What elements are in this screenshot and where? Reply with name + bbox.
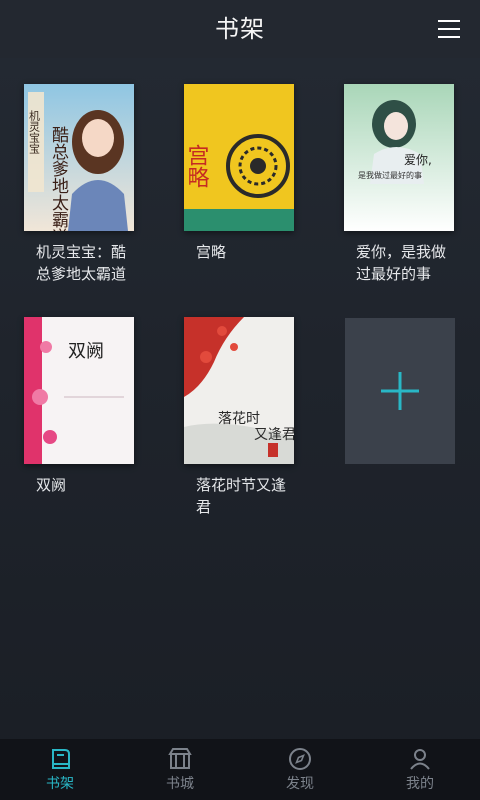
- svg-text:又逢君: 又逢君: [254, 427, 294, 443]
- nav-label: 书城: [166, 776, 194, 792]
- book-cover[interactable]: 机灵宝宝 酷总爹地太霸道: [24, 84, 134, 231]
- nav-item-store[interactable]: 书城: [120, 739, 240, 800]
- add-book-button[interactable]: [345, 318, 455, 464]
- book-item[interactable]: 机灵宝宝 酷总爹地太霸道 机灵宝宝：酷总爹地太霸道: [0, 84, 140, 285]
- svg-text:落花时: 落花时: [218, 411, 260, 427]
- bookshelf-icon: [52, 749, 70, 769]
- svg-text:酷总爹地太霸道: 酷总爹地太霸道: [48, 126, 69, 231]
- nav-item-discover[interactable]: 发现: [240, 739, 360, 800]
- book-cover[interactable]: 宫略: [184, 84, 294, 231]
- store-icon: [168, 748, 192, 769]
- cover-art-3: 爱你, 是我做过最好的事: [344, 84, 454, 231]
- book-item[interactable]: 爱你, 是我做过最好的事 爱你，是我做过最好的事: [320, 84, 460, 285]
- cover-art-2: 宫略: [184, 84, 294, 231]
- book-item[interactable]: 双阙 双阙: [0, 317, 140, 496]
- nav-label: 书架: [46, 776, 74, 792]
- book-item[interactable]: 落花时 又逢君 落花时节又逢君: [160, 317, 300, 518]
- svg-text:双阙: 双阙: [68, 341, 104, 362]
- svg-text:宫略: 宫略: [184, 144, 209, 188]
- plus-icon: [381, 372, 419, 410]
- menu-button[interactable]: [436, 16, 462, 42]
- cover-art-1: 机灵宝宝 酷总爹地太霸道: [24, 84, 134, 231]
- nav-item-profile[interactable]: 我的: [360, 739, 480, 800]
- top-bar: 书架: [0, 0, 480, 58]
- nav-label: 我的: [406, 776, 434, 792]
- book-title: 机灵宝宝：酷总爹地太霸道: [36, 243, 127, 283]
- compass-icon: [289, 748, 311, 770]
- nav-label: 发现: [286, 776, 314, 792]
- menu-icon: [438, 20, 460, 38]
- book-title: 宫略: [196, 243, 227, 261]
- cover-art-5: 落花时 又逢君: [184, 317, 294, 464]
- bottom-nav: 书架 书城 发现 我的: [0, 739, 480, 800]
- book-shelf: 机灵宝宝 酷总爹地太霸道 机灵宝宝：酷总爹地太霸道 宫略 宫略 爱你, 是我做过…: [0, 58, 480, 738]
- user-icon: [410, 749, 430, 770]
- book-title: 双阙: [36, 476, 67, 494]
- bookshelf-screen: 书架 机灵宝宝 酷总爹地太霸道 机灵宝宝：酷总爹地太霸道 宫略 宫略 爱你, 是…: [0, 0, 480, 800]
- book-item[interactable]: 宫略 宫略: [160, 84, 300, 263]
- nav-item-bookshelf[interactable]: 书架: [0, 739, 120, 800]
- cover-title-text: 机灵宝宝: [28, 109, 41, 154]
- svg-text:爱你,: 爱你,: [404, 153, 432, 167]
- cover-art-4: 双阙: [24, 317, 134, 464]
- book-cover[interactable]: 爱你, 是我做过最好的事: [344, 84, 454, 231]
- book-title: 落花时节又逢君: [196, 476, 287, 516]
- book-cover[interactable]: 双阙: [24, 317, 134, 464]
- book-title: 爱你，是我做过最好的事: [356, 243, 447, 283]
- book-cover[interactable]: 落花时 又逢君: [184, 317, 294, 464]
- svg-text:是我做过最好的事: 是我做过最好的事: [358, 170, 422, 180]
- page-title: 书架: [215, 15, 265, 43]
